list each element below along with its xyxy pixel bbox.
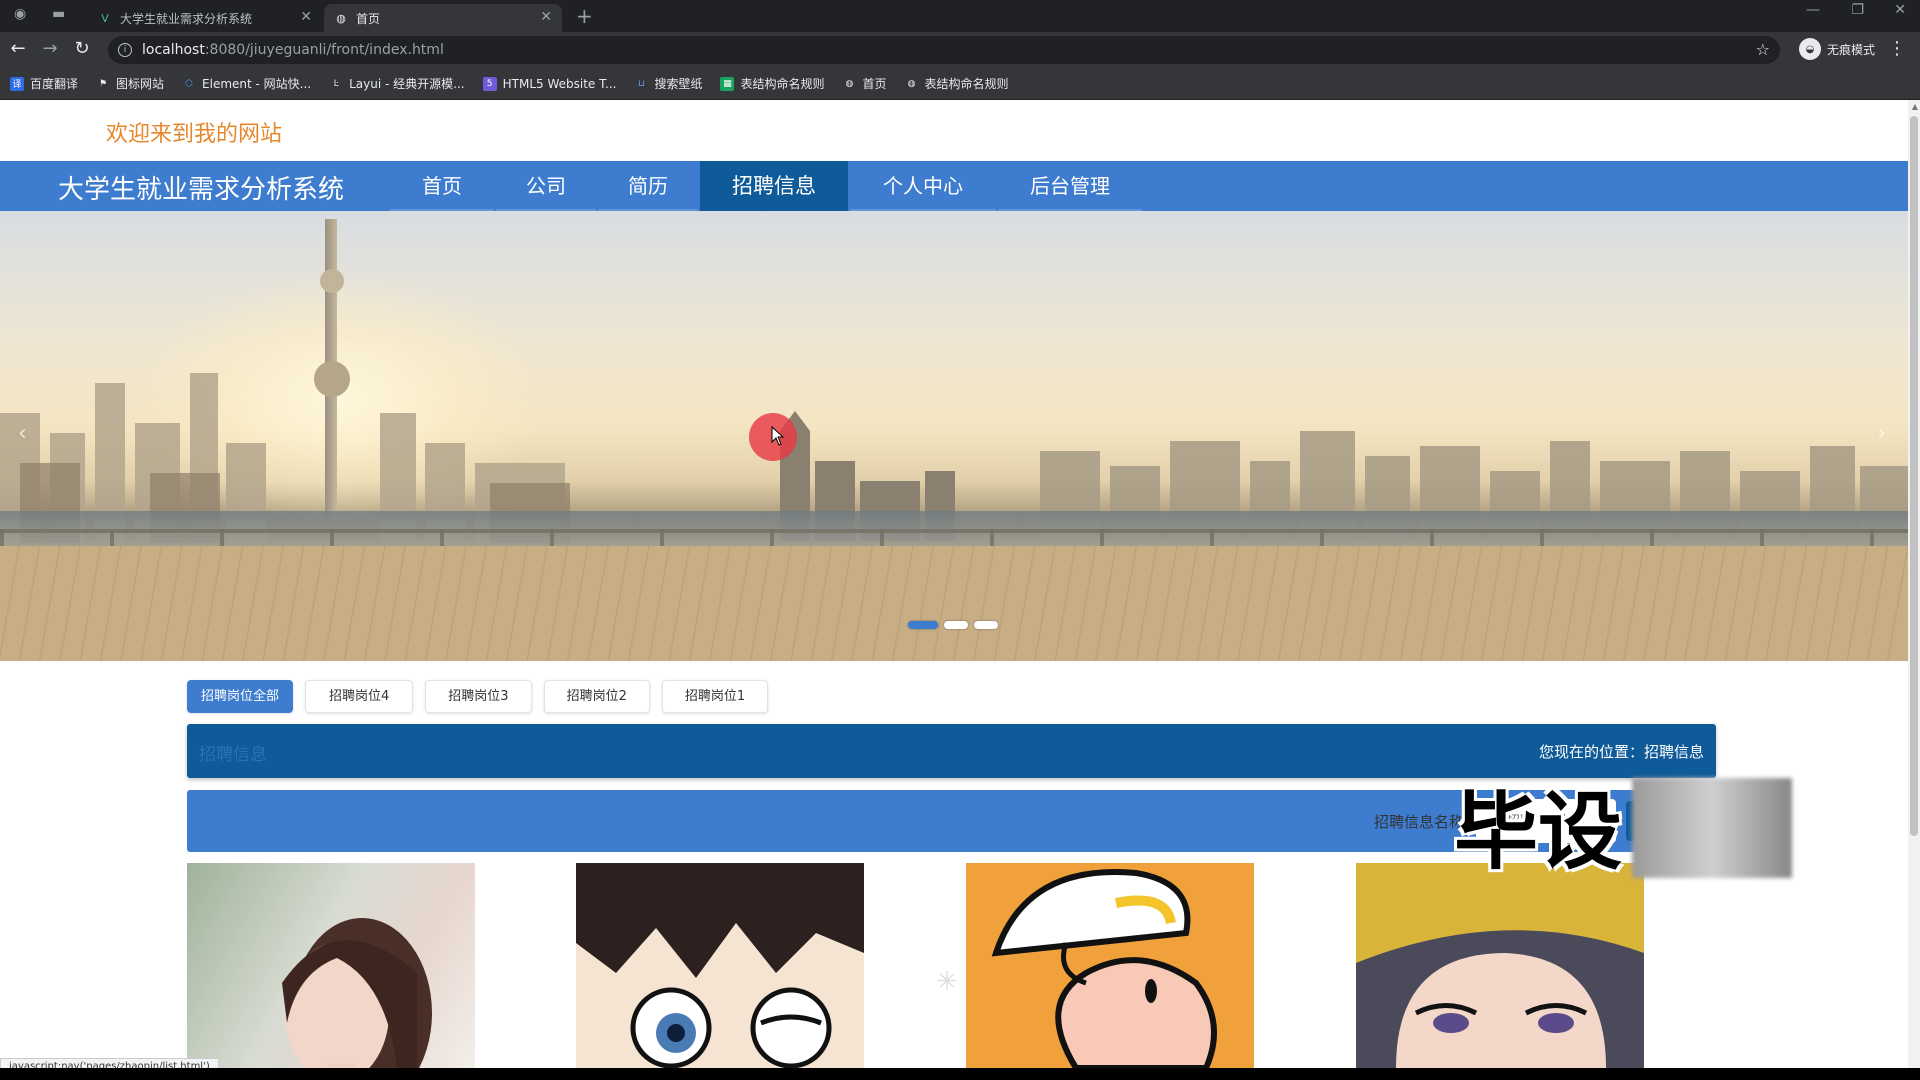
loading-spinner-icon: ✳ (936, 967, 958, 997)
more-menu-icon[interactable]: ⋮ (1888, 38, 1906, 59)
category-button[interactable]: 招聘岗位4 (305, 680, 414, 713)
globe-icon: ◍ (907, 78, 916, 89)
new-tab-icon[interactable]: + (576, 4, 593, 28)
search-label: 招聘信息名称 (1373, 813, 1464, 831)
recruit-card-image[interactable] (1356, 863, 1644, 1068)
tab-close-icon[interactable]: ✕ (300, 9, 312, 25)
forward-icon[interactable]: → (38, 38, 62, 59)
cartoon-character-image (966, 863, 1254, 1068)
breadcrumb: 您现在的位置：招聘信息 (1538, 743, 1704, 761)
girl-portrait-image (282, 918, 432, 1068)
carousel-dot[interactable] (908, 621, 938, 629)
wooden-deck (0, 546, 1908, 661)
nav-recruitment[interactable]: 招聘信息 (700, 161, 848, 211)
nav-company[interactable]: 公司 (496, 161, 596, 211)
category-button[interactable]: 招聘岗位2 (543, 680, 650, 713)
bookmark-item[interactable]: 5 HTML5 Website T... (482, 76, 616, 91)
section-title: 招聘信息 (199, 745, 267, 765)
main-navbar: 大学生就业需求分析系统 首页 公司 简历 招聘信息 个人中心 后台管理 (0, 161, 1908, 211)
url-path: :8080/jiuyeguanli/front/index.html (204, 42, 444, 58)
scroll-thumb[interactable] (1910, 116, 1918, 836)
blurred-watermark (1632, 778, 1792, 878)
nav-home[interactable]: 首页 (390, 161, 494, 211)
recruit-card-image[interactable] (187, 863, 475, 1068)
nav-admin[interactable]: 后台管理 (998, 161, 1142, 211)
scroll-up-icon[interactable]: ▲ (1912, 102, 1918, 111)
html5-icon: 5 (482, 76, 497, 91)
element-icon: ⬡ (185, 78, 193, 89)
category-all-button[interactable]: 招聘岗位全部 (187, 680, 294, 713)
tab-search-icon[interactable]: ▬ (52, 6, 65, 22)
carousel-prev-icon[interactable]: ‹ (18, 421, 27, 446)
reload-icon[interactable]: ↻ (70, 38, 94, 59)
mouse-cursor-icon (771, 426, 785, 446)
browser-menu-icon[interactable]: ◉ (14, 6, 26, 22)
tower-ball-upper (320, 269, 344, 293)
wallpaper-icon: ⊔ (637, 78, 645, 89)
page-viewport: 欢迎来到我的网站 大学生就业需求分析系统 首页 公司 简历 招聘信息 个人中心 … (0, 100, 1920, 1068)
tab-title: 大学生就业需求分析系统 (120, 11, 253, 26)
cartoon-boy-image (576, 863, 864, 1068)
category-button[interactable]: 招聘岗位1 (661, 680, 769, 713)
nav-resume[interactable]: 简历 (598, 161, 698, 211)
globe-favicon-icon: ◍ (336, 11, 346, 25)
flag-icon: ⚑ (98, 78, 108, 89)
browser-tab-home[interactable]: ◍ 首页 ✕ (324, 4, 562, 32)
carousel-indicators (908, 621, 1004, 629)
bookmark-item[interactable]: ◍ 表结构命名规则 (905, 75, 1009, 92)
cartoon-boy-hat-image (1356, 863, 1644, 1068)
back-icon[interactable]: ← (6, 38, 30, 59)
bookmarks-bar: 译百度翻译 ⚑ 图标网站 ⬡ Element - 网站快... Ŀ Layui - 经… (0, 68, 1920, 100)
incognito-icon: ◒ (1798, 38, 1821, 60)
category-button[interactable]: 招聘岗位3 (425, 680, 532, 713)
nav-personal-center[interactable]: 个人中心 (850, 161, 996, 211)
globe-icon: ◍ (845, 78, 854, 89)
tab-title: 首页 (356, 11, 381, 26)
taskbar-edge (0, 1068, 1920, 1080)
watermark-logo: 毕设 (1454, 783, 1623, 881)
bookmark-item[interactable]: ⬡ Element - 网站快... (182, 75, 311, 92)
bookmark-item[interactable]: ◍ 首页 (842, 75, 887, 92)
incognito-label: 无痕模式 (1826, 42, 1875, 57)
tab-close-icon[interactable]: ✕ (540, 9, 552, 25)
carousel-next-icon[interactable]: › (1877, 421, 1886, 446)
url-host: localhost (142, 42, 205, 58)
site-brand: 大学生就业需求分析系统 (58, 175, 345, 205)
page-scrollbar[interactable]: ▲ (1908, 100, 1920, 1068)
minimize-icon[interactable]: — (1806, 2, 1820, 18)
address-bar[interactable]: i localhost:8080/jiuyeguanli/front/index… (108, 36, 1780, 64)
bookmark-item[interactable]: ⊔ 搜索壁纸 (634, 75, 703, 92)
bookmark-star-icon[interactable]: ☆ (1756, 40, 1770, 59)
browser-toolbar: ← → ↻ i localhost:8080/jiuyeguanli/front… (0, 32, 1920, 68)
browser-tab-system[interactable]: V 大学生就业需求分析系统 ✕ (88, 4, 322, 32)
site-info-icon[interactable]: i (118, 43, 132, 57)
incognito-indicator[interactable]: ◒ 无痕模式 (1798, 38, 1875, 60)
carousel-dot[interactable] (974, 621, 998, 629)
layui-icon: Ŀ (333, 78, 339, 89)
recruit-card-image[interactable] (966, 863, 1254, 1068)
bookmark-item[interactable]: ⚑ 图标网站 (96, 75, 164, 92)
close-window-icon[interactable]: ✕ (1894, 2, 1906, 18)
browser-tab-strip: ◉ ▬ V 大学生就业需求分析系统 ✕ ◍ 首页 ✕ + — ❐ ✕ (0, 0, 1920, 32)
bookmark-item[interactable]: ▦ 表结构命名规则 (720, 75, 824, 92)
bookmark-item[interactable]: Ŀ Layui - 经典开源模... (329, 75, 465, 92)
vue-favicon-icon: V (101, 11, 109, 25)
tower-ball-lower (314, 361, 350, 397)
restore-icon[interactable]: ❐ (1851, 2, 1864, 18)
welcome-text: 欢迎来到我的网站 (106, 122, 283, 147)
bookmark-item[interactable]: 译百度翻译 (10, 75, 78, 92)
category-filter: 招聘岗位全部 招聘岗位4 招聘岗位3 招聘岗位2 招聘岗位1 (187, 680, 780, 713)
translate-icon: 译 (10, 76, 24, 91)
banner-carousel[interactable]: ‹ › (0, 211, 1908, 661)
sheet-icon: ▦ (720, 76, 735, 91)
carousel-dot[interactable] (944, 621, 968, 629)
recruit-card-image[interactable] (576, 863, 864, 1068)
